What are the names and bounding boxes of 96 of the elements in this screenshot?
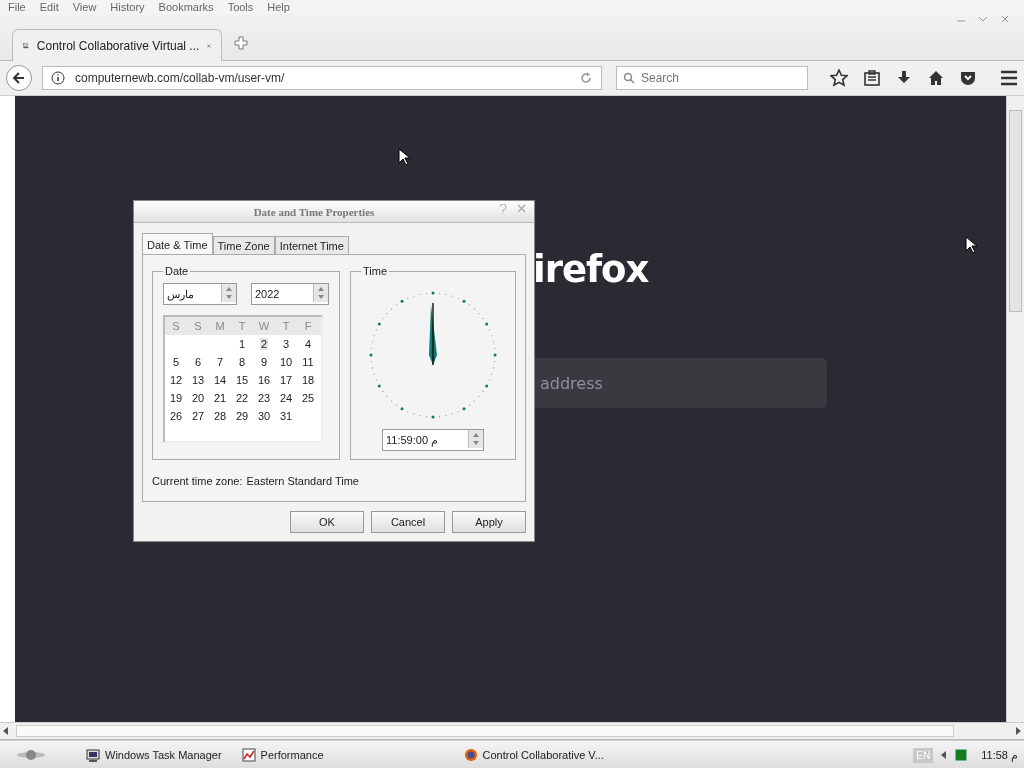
calendar-day[interactable]: 3 [281, 338, 291, 350]
network-icon[interactable] [955, 749, 968, 761]
weekday-label: F [304, 320, 312, 332]
calendar-day[interactable]: 17 [278, 374, 294, 386]
clipboard-icon[interactable] [864, 70, 880, 86]
monitor-icon [86, 748, 100, 762]
start-icon[interactable] [16, 748, 46, 762]
calendar-day[interactable]: 8 [237, 356, 247, 368]
calendar-day[interactable]: 25 [300, 392, 316, 404]
calendar-day[interactable]: 2 [259, 338, 269, 350]
reload-icon[interactable] [579, 71, 593, 85]
weekday-label: S [194, 320, 202, 332]
calendar-day[interactable]: 9 [259, 356, 269, 368]
search-icon [623, 72, 635, 84]
home-icon[interactable] [928, 70, 944, 86]
calendar-day[interactable]: 26 [168, 410, 184, 422]
close-icon[interactable] [517, 204, 526, 213]
year-spinner[interactable]: 2022 [251, 283, 329, 305]
time-zone-value: Eastern Standard Time [246, 475, 359, 487]
help-icon[interactable] [499, 204, 507, 214]
taskbar-item[interactable]: Windows Task Manager [76, 744, 232, 766]
calendar-day[interactable]: 4 [303, 338, 313, 350]
weekday-label: M [215, 320, 225, 332]
dialog-tab[interactable]: Date & Time [142, 233, 213, 255]
calendar-day[interactable]: 30 [256, 410, 272, 422]
dialog-button[interactable]: Apply [452, 511, 526, 533]
cursor-icon [398, 148, 410, 166]
menu-item[interactable]: View [72, 1, 97, 13]
cursor-icon [965, 236, 977, 254]
weekday-label: T [238, 320, 246, 332]
calendar-day[interactable]: 6 [193, 356, 203, 368]
back-arrow-icon [12, 71, 26, 85]
globe-icon [463, 748, 478, 762]
calendar-day[interactable]: 14 [212, 374, 228, 386]
calendar-day[interactable]: 29 [234, 410, 250, 422]
calendar-day[interactable]: 19 [168, 392, 184, 404]
chart-icon [241, 748, 256, 762]
month-spinner[interactable]: مارس [163, 283, 237, 305]
calendar-day[interactable]: 22 [234, 392, 250, 404]
dialog-button[interactable]: Cancel [371, 511, 445, 533]
calendar-day[interactable]: 12 [168, 374, 184, 386]
download-icon[interactable] [896, 70, 912, 86]
calendar-day[interactable]: 24 [278, 392, 294, 404]
plus-icon[interactable] [234, 36, 248, 50]
menu-icon[interactable] [1000, 70, 1018, 86]
chevron-icon[interactable] [978, 14, 988, 24]
scrollbar[interactable] [0, 722, 1024, 740]
weekday-label: T [282, 320, 290, 332]
menu-item[interactable]: History [110, 1, 145, 13]
menu-item[interactable]: Edit [39, 1, 59, 13]
calendar-day[interactable]: 1 [237, 338, 247, 350]
back-button[interactable] [6, 65, 32, 91]
taskbar-clock[interactable]: 11:58 م [981, 748, 1018, 762]
scrollbar[interactable] [1006, 96, 1024, 722]
taskbar-item[interactable]: Performance [231, 744, 334, 766]
pocket-icon[interactable] [960, 70, 976, 86]
browser-tab[interactable]: Control Collaborative Virtual ... [12, 29, 222, 61]
search-field[interactable]: Search [616, 66, 808, 90]
page-heading: irefox [533, 248, 649, 291]
menu-item[interactable]: File [8, 1, 26, 13]
scroll-right-icon[interactable] [1015, 727, 1021, 735]
time-zone-label: Current time zone: [152, 475, 243, 487]
calendar[interactable]: S S M T W T F 1 2 3 4 5 6 7 8 9 10 11 12 13 14 15 16 17 18 19 20 21 22 23 24 25 26 27 28 29 30 31 [163, 315, 323, 443]
calendar-day[interactable]: 15 [234, 374, 250, 386]
menu-item[interactable]: Help [267, 1, 290, 13]
star-icon[interactable] [830, 69, 848, 87]
calendar-day[interactable]: 10 [278, 356, 294, 368]
dialog-button[interactable]: OK [290, 511, 364, 533]
group-label: Date [164, 265, 190, 277]
calendar-day[interactable]: 20 [190, 392, 206, 404]
close-icon[interactable] [1000, 14, 1010, 24]
caret-icon[interactable] [941, 751, 948, 759]
weekday-label: S [172, 320, 180, 332]
time-spinner[interactable]: 11:59:00 م [382, 429, 484, 451]
calendar-day[interactable]: 5 [171, 356, 181, 368]
taskbar-item[interactable]: Control Collaborative V... [453, 744, 614, 766]
menu-item[interactable]: Bookmarks [158, 1, 214, 13]
dialog-tab[interactable]: Internet Time [274, 236, 349, 254]
address-field[interactable]: computernewb.com/collab-vm/user-vm/ [42, 66, 602, 90]
menu-item[interactable]: Tools [227, 1, 254, 13]
calendar-day[interactable]: 21 [212, 392, 228, 404]
calendar-day[interactable]: 18 [300, 374, 316, 386]
dialog-title: Date and Time Properties [253, 205, 375, 218]
calendar-day[interactable]: 13 [190, 374, 206, 386]
calendar-day[interactable]: 11 [301, 356, 315, 368]
calendar-day[interactable]: 7 [215, 356, 225, 368]
calendar-day[interactable]: 23 [256, 392, 272, 404]
weekday-label: W [258, 320, 270, 332]
calendar-day[interactable]: 27 [190, 410, 206, 422]
calendar-day[interactable]: 28 [212, 410, 228, 422]
info-icon[interactable] [51, 71, 65, 85]
calendar-day[interactable]: 31 [278, 410, 294, 422]
group-label: Time [362, 265, 389, 277]
scroll-left-icon[interactable] [3, 727, 9, 735]
dialog-tab[interactable]: Time Zone [212, 236, 275, 254]
calendar-day[interactable]: 16 [256, 374, 272, 386]
